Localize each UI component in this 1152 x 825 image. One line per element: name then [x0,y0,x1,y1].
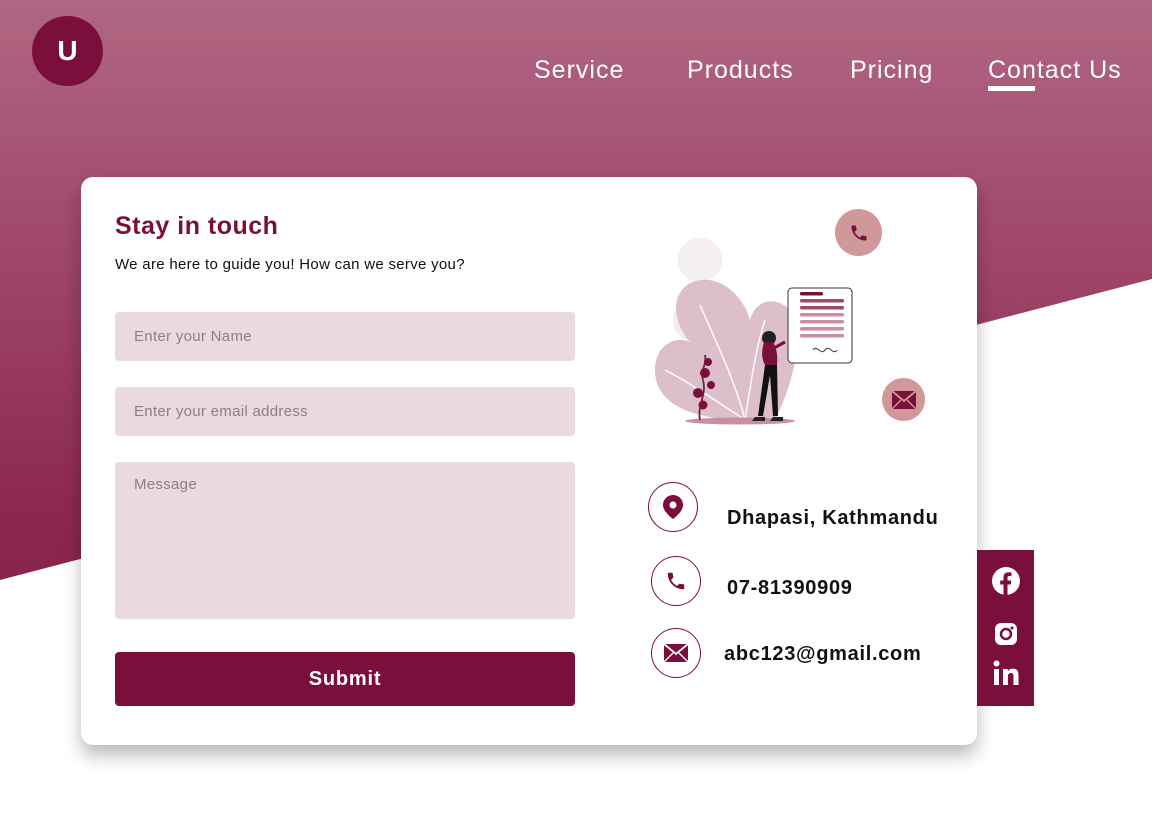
nav-contact-us[interactable]: Contact Us [988,56,1122,85]
submit-button[interactable]: Submit [115,652,575,706]
nav-active-underline [988,86,1035,91]
nav-pricing[interactable]: Pricing [850,56,933,85]
message-input[interactable] [115,462,575,619]
logo[interactable]: U [32,16,103,86]
nav-products[interactable]: Products [687,56,794,85]
location-icon [648,482,698,532]
form-subtitle: We are here to guide you! How can we ser… [115,256,465,273]
facebook-icon[interactable] [977,567,1034,595]
email-text: abc123@gmail.com [724,643,922,665]
social-bar [977,550,1034,706]
floating-phone-icon [835,209,882,256]
email-icon [651,628,701,678]
email-input[interactable] [115,387,575,436]
name-input[interactable] [115,312,575,361]
phone-icon [651,556,701,606]
floating-mail-icon [882,378,925,421]
form-title: Stay in touch [115,212,279,240]
instagram-icon[interactable] [977,622,1034,646]
contact-illustration [655,238,853,425]
phone-text: 07-81390909 [727,577,853,599]
nav-service[interactable]: Service [534,56,624,85]
address-text: Dhapasi, Kathmandu [727,507,939,529]
linkedin-icon[interactable] [977,660,1034,686]
